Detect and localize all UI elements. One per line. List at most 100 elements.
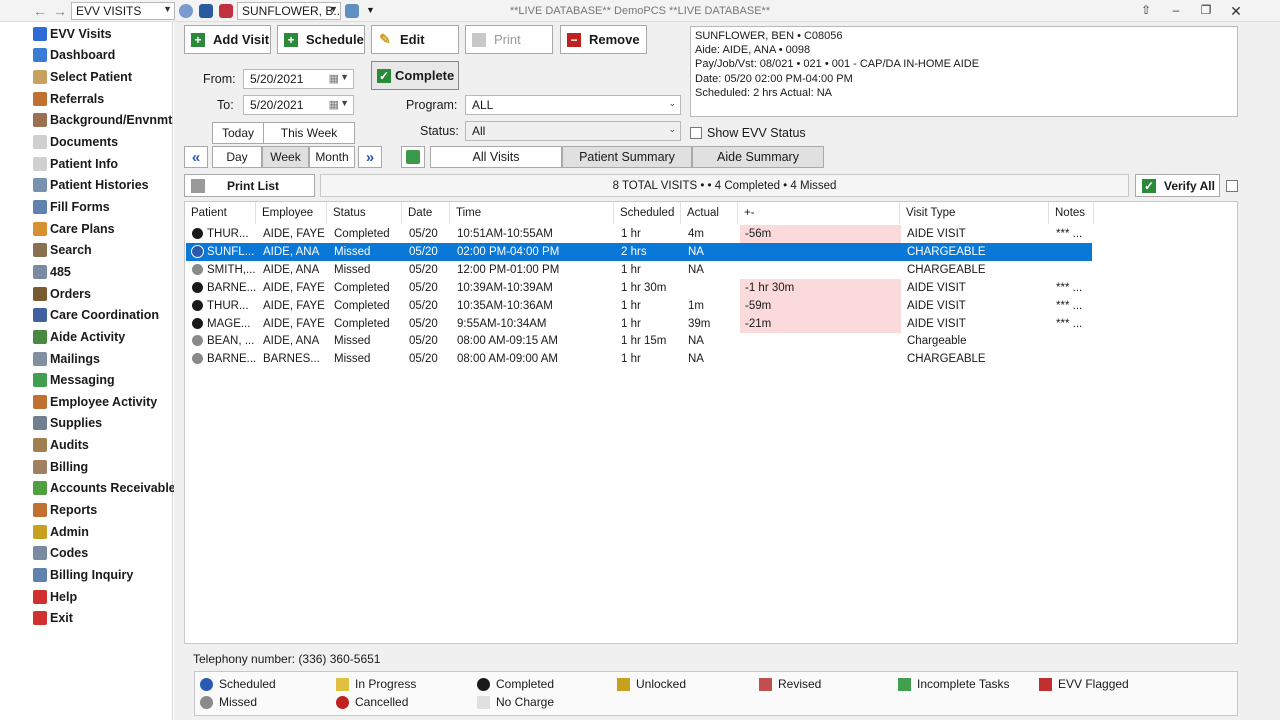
sidebar-item-patient-info[interactable]: Patient Info [29, 153, 173, 175]
verify-all-checkbox[interactable] [1226, 180, 1238, 192]
schedule-button[interactable]: + Schedule [277, 25, 365, 54]
sidebar-item-billing[interactable]: Billing [29, 456, 173, 478]
cell-patient: MAGE... [207, 317, 251, 330]
sidebar-item-aide-activity[interactable]: Aide Activity [29, 326, 173, 348]
calendar-icon[interactable]: ▦ [329, 72, 339, 85]
sidebar-item-exit[interactable]: Exit [29, 608, 173, 630]
table-row[interactable]: THUR... AIDE, FAYE Completed 05/20 10:35AM-1… [186, 296, 1092, 315]
close-button[interactable]: ✕ [1226, 3, 1246, 20]
column-header[interactable]: Time [450, 202, 614, 224]
previous-period-button[interactable]: « [184, 146, 208, 168]
sidebar-item-mailings[interactable]: Mailings [29, 348, 173, 370]
table-row[interactable]: BEAN, ... AIDE, ANA Missed 05/20 08:00 AM-09… [186, 332, 1092, 350]
cell-date: 05/20 [409, 299, 438, 312]
histories-icon [33, 178, 47, 193]
cell-patient: THUR... [207, 228, 249, 240]
minimize-button[interactable]: – [1166, 3, 1186, 17]
sidebar-item-select-patient[interactable]: Select Patient [29, 66, 173, 88]
completed-status-icon [191, 316, 204, 330]
table-row[interactable]: SMITH,... AIDE, ANA Missed 05/20 12:00 PM-01… [186, 261, 1092, 279]
status-select[interactable]: All ⌄ [465, 121, 681, 141]
sidebar-item-messaging[interactable]: Messaging [29, 369, 173, 391]
month-button[interactable]: Month [309, 146, 355, 168]
sidebar-item-documents[interactable]: Documents [29, 131, 173, 153]
column-header[interactable]: Scheduled [614, 202, 681, 224]
next-period-button[interactable]: » [358, 146, 382, 168]
table-row[interactable]: MAGE... AIDE, FAYE Completed 05/20 9:55AM-10… [186, 314, 1092, 333]
sidebar-item-admin[interactable]: Admin [29, 521, 173, 543]
edit-button[interactable]: ✎ Edit [371, 25, 459, 54]
day-button[interactable]: Day [212, 146, 262, 168]
missed-icon [200, 695, 213, 709]
to-date-field[interactable]: 5/20/2021 ▦ ▼ [243, 95, 354, 115]
column-header[interactable]: Patient [185, 202, 256, 224]
remove-button[interactable]: − Remove [560, 25, 647, 54]
complete-button[interactable]: ✓ Complete [371, 61, 459, 90]
table-row[interactable]: BARNE... BARNES... Missed 05/20 08:00 AM-09:… [186, 350, 1092, 368]
sidebar-item-label: Background/Envnmt [50, 113, 173, 128]
cell-date: 05/20 [409, 335, 438, 348]
tab-patient-summary[interactable]: Patient Summary [562, 146, 692, 168]
column-header[interactable]: Actual [681, 202, 738, 224]
double-left-arrow-icon: « [191, 148, 201, 166]
sidebar-item-label: Select Patient [50, 70, 132, 85]
cell-time: 10:51AM-10:55AM [457, 228, 553, 240]
forms-icon [33, 199, 47, 214]
sidebar-item-audits[interactable]: Audits [29, 434, 173, 456]
legend-label: No Charge [496, 695, 555, 709]
sidebar-item-codes[interactable]: Codes [29, 543, 173, 565]
table-row[interactable]: THUR... AIDE, FAYE Completed 05/20 10:51AM-1… [186, 225, 1092, 243]
sidebar-item-employee-activity[interactable]: Employee Activity [29, 391, 173, 413]
column-header[interactable]: Notes [1049, 202, 1094, 224]
sidebar-item-care-plans[interactable]: Care Plans [29, 218, 173, 240]
tab-all-visits[interactable]: All Visits [430, 146, 562, 168]
sidebar-item-evv-visits[interactable]: EVV Visits [29, 23, 173, 45]
print-button[interactable]: Print [465, 25, 553, 54]
legend-item: Revised [759, 677, 821, 691]
scheduled-status-icon [191, 244, 204, 258]
sidebar-item-help[interactable]: Help [29, 586, 173, 608]
add-visit-button[interactable]: + Add Visit [184, 25, 271, 54]
show-evv-status-checkbox[interactable] [690, 127, 702, 139]
visit-info-panel: SUNFLOWER, BEN • C08056 Aide: AIDE, ANA … [690, 26, 1238, 117]
from-date-field[interactable]: 5/20/2021 ▦ ▼ [243, 69, 354, 89]
maximize-button[interactable]: ❐ [1196, 3, 1216, 17]
restore-tab-icon[interactable]: ⇧ [1136, 3, 1156, 17]
column-header[interactable]: Visit Type [900, 202, 1049, 224]
table-row[interactable]: SUNFL... AIDE, ANA Missed 05/20 02:00 PM-04:… [186, 242, 1092, 261]
column-header[interactable]: Employee [256, 202, 327, 224]
print-list-button[interactable]: Print List [184, 174, 315, 197]
verify-all-button[interactable]: ✓ Verify All [1135, 174, 1220, 197]
sidebar-item-fill-forms[interactable]: Fill Forms [29, 196, 173, 218]
referrals-icon [33, 91, 47, 106]
sidebar-item-dashboard[interactable]: Dashboard [29, 45, 173, 67]
program-select[interactable]: ALL ⌄ [465, 95, 681, 115]
sidebar-item-reports[interactable]: Reports [29, 499, 173, 521]
sidebar-item-search[interactable]: Search [29, 240, 173, 262]
tab-aide-summary[interactable]: Aide Summary [692, 146, 824, 168]
cell-actual: 39m [688, 317, 711, 330]
cell-notes: *** ... [1056, 281, 1083, 294]
form485-icon [33, 264, 47, 279]
sidebar-item-billing-inquiry[interactable]: Billing Inquiry [29, 564, 173, 586]
sidebar-item-background-envnmt[interactable]: Background/Envnmt [29, 110, 173, 132]
sidebar-item-orders[interactable]: Orders [29, 283, 173, 305]
calendar-icon[interactable]: ▦ [329, 98, 339, 111]
refresh-button[interactable] [401, 146, 425, 168]
cell-employee: AIDE, ANA [263, 335, 320, 348]
sidebar-item-referrals[interactable]: Referrals [29, 88, 173, 110]
column-header[interactable]: +- [738, 202, 900, 224]
sidebar-item-patient-histories[interactable]: Patient Histories [29, 175, 173, 197]
week-button[interactable]: Week [262, 146, 309, 168]
column-header[interactable]: Date [402, 202, 450, 224]
column-header[interactable]: Status [327, 202, 402, 224]
sidebar-item-care-coordination[interactable]: Care Coordination [29, 304, 173, 326]
missed-status-icon [191, 334, 204, 348]
table-row[interactable]: BARNE... AIDE, FAYE Completed 05/20 10:39AM-… [186, 278, 1092, 297]
today-button[interactable]: Today [212, 122, 264, 144]
sidebar-item-485[interactable]: 485 [29, 261, 173, 283]
this-week-button[interactable]: This Week [263, 122, 355, 144]
sidebar-item-supplies[interactable]: Supplies [29, 413, 173, 435]
sidebar-item-accounts-receivable[interactable]: Accounts Receivable [29, 478, 176, 500]
cell-scheduled: 1 hr [621, 299, 641, 312]
